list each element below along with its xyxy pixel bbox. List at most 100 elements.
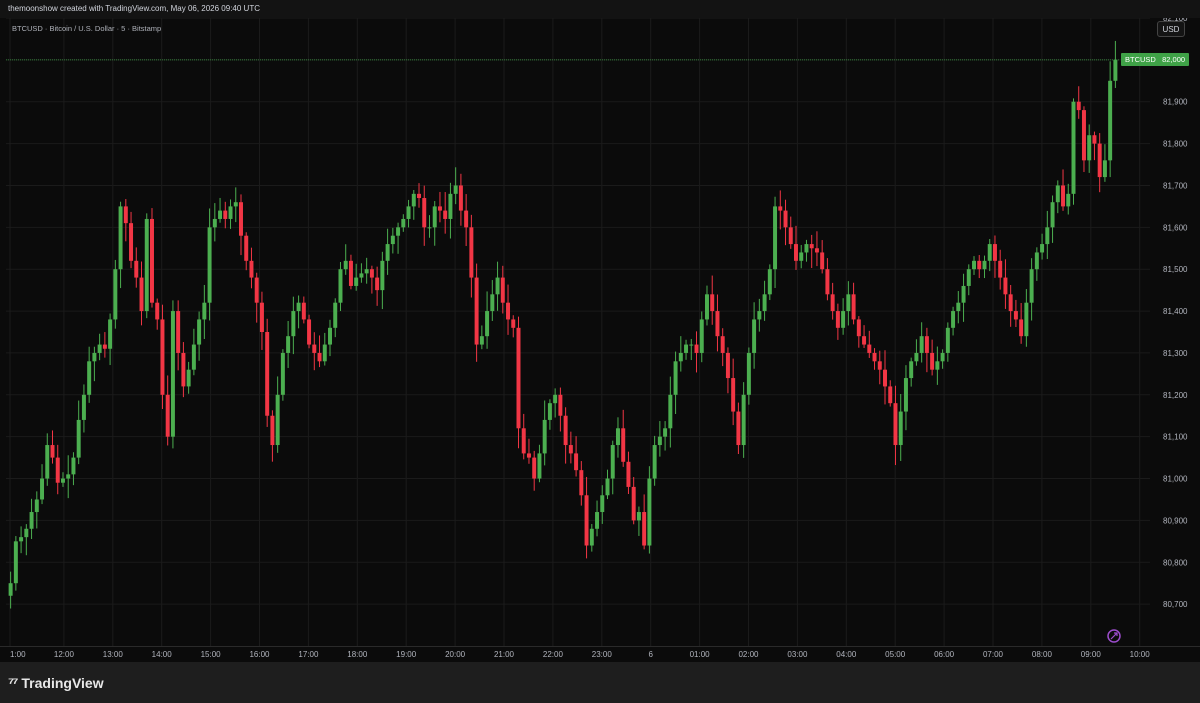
candle-body (1003, 277, 1008, 295)
candle-body (97, 344, 102, 353)
x-tick-label: 23:00 (592, 650, 613, 659)
candle-body (736, 411, 741, 446)
last-price-tag: BTCUSD 82,000 (1121, 53, 1190, 67)
candle-body (500, 277, 505, 303)
candle-body (1034, 252, 1039, 270)
candle-body (694, 344, 699, 353)
candle-body (322, 344, 327, 362)
candle-body (924, 336, 929, 353)
candle-body (553, 394, 558, 404)
candle-body (998, 260, 1003, 278)
y-tick-label: 81,500 (1163, 265, 1188, 274)
candle-body (825, 269, 830, 295)
candle-body (458, 185, 463, 211)
footer: ⁷⁷ TradingView (0, 662, 1200, 703)
x-tick-label: 08:00 (1032, 650, 1053, 659)
candle-body (259, 302, 264, 332)
candle-body (987, 244, 992, 261)
candle-body (992, 244, 997, 261)
candle-body (375, 277, 380, 291)
candle-body (40, 478, 45, 500)
price-chart[interactable]: 82,10082,00081,90081,80081,70081,60081,5… (0, 18, 1200, 662)
candle-body (610, 445, 615, 479)
x-tick-label: 17:00 (298, 650, 319, 659)
candle-body (799, 252, 804, 261)
candle-body (34, 499, 39, 513)
symbol-description: BTCUSD · Bitcoin / U.S. Dollar · 5 · Bit… (12, 24, 162, 33)
currency-button[interactable]: USD (1157, 21, 1185, 37)
candle-body (239, 202, 243, 236)
candle-body (820, 252, 825, 270)
candle-body (1024, 302, 1029, 337)
candle-body (773, 206, 778, 270)
replay-icon[interactable] (1107, 629, 1121, 643)
candle-body (605, 478, 610, 496)
x-tick-label: 6 (648, 650, 653, 659)
candle-body (354, 277, 359, 286)
candle-body (1087, 135, 1092, 161)
candle-body (364, 269, 369, 274)
x-tick-label: 16:00 (249, 650, 270, 659)
candle-body (568, 445, 573, 454)
x-tick-label: 22:00 (543, 650, 564, 659)
candle-body (914, 352, 919, 362)
candle-body (333, 302, 338, 328)
candle-body (1013, 311, 1018, 320)
candle-body (317, 352, 322, 362)
candle-body (411, 193, 416, 207)
candle-body (972, 260, 977, 270)
candle-body (621, 428, 626, 462)
candle-body (951, 311, 956, 328)
y-tick-label: 81,600 (1163, 223, 1188, 232)
candle-body (547, 403, 552, 420)
candle-body (123, 206, 128, 224)
candle-body (223, 210, 228, 219)
candle-body (228, 206, 233, 219)
candle-body (380, 260, 385, 291)
candle-body (385, 244, 390, 261)
candle-body (783, 210, 788, 228)
candle-body (118, 206, 123, 270)
candle-body (537, 453, 542, 479)
candle-body (218, 210, 223, 219)
candle-body (710, 294, 715, 312)
tradingview-mark-icon: ⁷⁷ (8, 674, 18, 692)
y-tick-label: 81,200 (1163, 391, 1188, 400)
candle-body (76, 419, 81, 458)
candle-body (956, 302, 961, 312)
candle-body (270, 415, 275, 446)
candle-body (636, 512, 641, 521)
candle-body (872, 352, 877, 362)
x-tick-label: 15:00 (201, 650, 222, 659)
candle-body (307, 319, 312, 345)
candle-body (647, 478, 652, 546)
candle-body (574, 453, 579, 471)
candle-body (689, 344, 694, 346)
candle-body (600, 495, 605, 513)
x-tick-label: 02:00 (738, 650, 759, 659)
candle-body (176, 311, 181, 353)
candle-body (233, 202, 238, 207)
candle-body (867, 344, 872, 353)
candle-body (1113, 59, 1118, 81)
x-tick-label: 20:00 (445, 650, 466, 659)
candle-body (652, 445, 657, 479)
candle-body (830, 294, 835, 312)
x-tick-label: 1:00 (10, 650, 26, 659)
candle-body (930, 352, 935, 370)
y-tick-label: 81,000 (1163, 475, 1188, 484)
candle-body (87, 361, 92, 395)
candle-body (526, 453, 531, 458)
candle-body (1108, 80, 1113, 161)
tradingview-brand: TradingView (21, 675, 104, 691)
candle-body (286, 336, 291, 353)
candle-body (673, 361, 678, 395)
candle-body (877, 361, 882, 370)
candle-body (390, 235, 395, 245)
candle-body (464, 210, 469, 228)
candle-body (909, 361, 914, 379)
candle-body (794, 244, 798, 261)
x-tick-label: 21:00 (494, 650, 515, 659)
candle-body (778, 206, 783, 211)
chart-panel[interactable]: 82,10082,00081,90081,80081,70081,60081,5… (0, 18, 1200, 662)
